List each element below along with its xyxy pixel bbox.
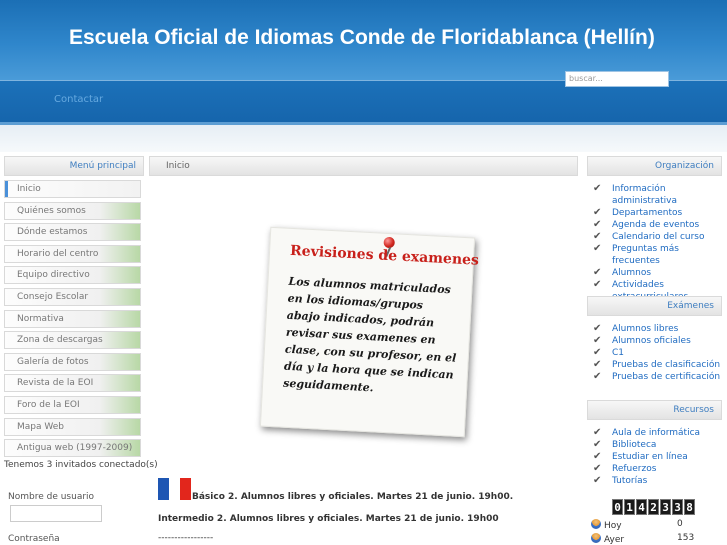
username-field[interactable]	[10, 505, 102, 522]
separator-text: -----------------	[158, 533, 214, 543]
menu-item-descargas[interactable]: Zona de descargas	[4, 331, 141, 350]
menu-item-mapa-web[interactable]: Mapa Web	[4, 417, 141, 436]
menu-item-galeria[interactable]: Galería de fotos	[4, 352, 141, 371]
stat-row-yesterday: Ayer 153	[591, 533, 701, 545]
menu-item-revista[interactable]: Revista de la EOI	[4, 374, 141, 393]
examenes-title: Exámenes	[587, 296, 722, 316]
link-alumnos-libres[interactable]: ✔ Alumnos libres	[593, 323, 727, 335]
link-biblioteca[interactable]: ✔ Biblioteca	[593, 439, 727, 451]
note-body: Los alumnos matriculados en los idiomas/…	[282, 274, 457, 395]
organizacion-links: ✔ Información administrativa ✔ Departament…	[593, 183, 727, 303]
check-icon: ✔	[593, 183, 602, 194]
user-icon	[591, 519, 601, 529]
search-input[interactable]: buscar...	[565, 71, 669, 87]
site-header: Escuela Oficial de Idiomas Conde de Flor…	[0, 0, 727, 80]
announcement-intermedio-2: Intermedio 2. Alumnos libres y oficiales…	[158, 514, 499, 524]
link-departamentos[interactable]: ✔ Departamentos	[593, 207, 727, 219]
link-refuerzos[interactable]: ✔ Refuerzos	[593, 463, 727, 475]
check-icon: ✔	[593, 347, 602, 358]
check-icon: ✔	[593, 267, 602, 278]
counter-digit: 3	[660, 499, 671, 515]
check-icon: ✔	[593, 279, 602, 290]
examenes-links: ✔ Alumnos libres ✔ Alumnos oficiales ✔ C1 ✔…	[593, 323, 727, 383]
check-icon: ✔	[593, 359, 602, 370]
check-icon: ✔	[593, 335, 602, 346]
visit-counter: 0 1 4 2 3 3 8	[612, 499, 695, 515]
counter-digit: 2	[648, 499, 659, 515]
check-icon: ✔	[593, 371, 602, 382]
menu-item-quienes-somos[interactable]: Quiénes somos	[4, 201, 141, 220]
menu-item-foro[interactable]: Foro de la EOI	[4, 395, 141, 414]
check-icon: ✔	[593, 475, 602, 486]
counter-digit: 4	[636, 499, 647, 515]
recursos-title: Recursos	[587, 400, 722, 420]
organizacion-title: Organización	[587, 156, 722, 176]
link-alumnos-oficiales[interactable]: ✔ Alumnos oficiales	[593, 335, 727, 347]
check-icon: ✔	[593, 207, 602, 218]
menu-item-normativa[interactable]: Normativa	[4, 309, 141, 328]
recursos-links: ✔ Aula de informática ✔ Biblioteca ✔ Estudi…	[593, 427, 727, 487]
link-aula-informatica[interactable]: ✔ Aula de informática	[593, 427, 727, 439]
stat-value: 153	[677, 533, 695, 543]
breadcrumb[interactable]: Inicio	[149, 156, 578, 176]
link-informacion-administrativa[interactable]: ✔ Información administrativa	[593, 183, 727, 207]
counter-digit: 3	[672, 499, 683, 515]
check-icon: ✔	[593, 323, 602, 334]
check-icon: ✔	[593, 427, 602, 438]
menu-item-inicio[interactable]: Inicio	[4, 180, 141, 198]
announcement-basico-2: Básico 2. Alumnos libres y oficiales. Ma…	[192, 492, 514, 502]
link-pruebas-certificacion[interactable]: ✔ Pruebas de certificación	[593, 371, 727, 383]
nav-contact-link[interactable]: Contactar	[54, 94, 103, 105]
link-calendario-curso[interactable]: ✔ Calendario del curso	[593, 231, 727, 243]
check-icon: ✔	[593, 439, 602, 450]
link-alumnos[interactable]: ✔ Alumnos	[593, 267, 727, 279]
link-preguntas-frecuentes[interactable]: ✔ Preguntas más frecuentes	[593, 243, 727, 267]
user-icon	[591, 533, 601, 543]
menu-item-horario[interactable]: Horario del centro	[4, 244, 141, 263]
left-sidebar: Menú principal Inicio Quiénes somos Dónd…	[0, 152, 158, 545]
link-agenda-eventos[interactable]: ✔ Agenda de eventos	[593, 219, 727, 231]
link-estudiar-en-linea[interactable]: ✔ Estudiar en línea	[593, 451, 727, 463]
stat-label: Ayer	[604, 535, 625, 545]
link-c1[interactable]: ✔ C1	[593, 347, 727, 359]
main-menu: Inicio Quiénes somos Dónde estamos Horar…	[4, 180, 141, 461]
counter-digit: 8	[684, 499, 695, 515]
header-subband	[0, 122, 727, 152]
check-icon: ✔	[593, 219, 602, 230]
link-pruebas-clasificacion[interactable]: ✔ Pruebas de clasificación	[593, 359, 727, 371]
username-label: Nombre de usuario	[8, 492, 95, 502]
menu-item-consejo-escolar[interactable]: Consejo Escolar	[4, 287, 141, 306]
check-icon: ✔	[593, 451, 602, 462]
counter-digit: 1	[624, 499, 635, 515]
menu-item-equipo-directivo[interactable]: Equipo directivo	[4, 266, 141, 285]
french-flag-icon	[158, 478, 191, 500]
stat-label: Hoy	[604, 521, 622, 531]
check-icon: ✔	[593, 243, 602, 254]
main-menu-title: Menú principal	[4, 156, 144, 176]
password-label: Contraseña	[8, 534, 60, 544]
note-title: Revisiones de examenes	[289, 242, 480, 269]
counter-digit: 0	[612, 499, 623, 515]
check-icon: ✔	[593, 231, 602, 242]
online-guests-text: Tenemos 3 invitados conectado(s)	[4, 460, 158, 470]
check-icon: ✔	[593, 463, 602, 474]
menu-item-donde-estamos[interactable]: Dónde estamos	[4, 223, 141, 242]
menu-item-antigua-web[interactable]: Antigua web (1997-2009)	[4, 439, 141, 458]
exam-review-note: Revisiones de examenes Los alumnos matri…	[259, 226, 479, 438]
link-tutorias[interactable]: ✔ Tutorías	[593, 475, 727, 487]
site-title: Escuela Oficial de Idiomas Conde de Flor…	[69, 26, 655, 49]
stat-row-today: Hoy 0	[591, 519, 701, 531]
stat-value: 0	[677, 519, 683, 529]
